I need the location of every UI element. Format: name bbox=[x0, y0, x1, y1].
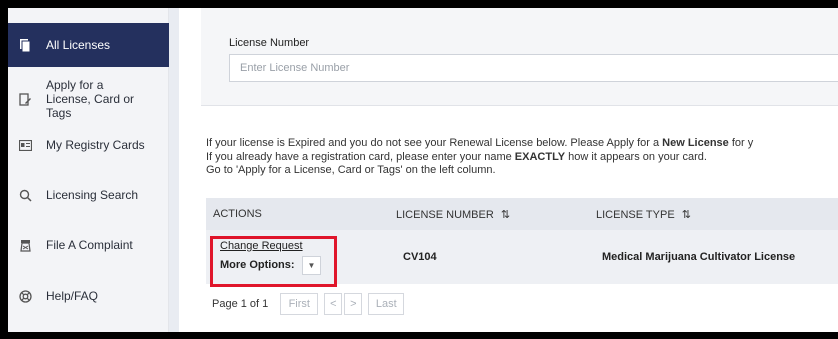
column-header-license-number[interactable]: LICENSE NUMBER ⇅ bbox=[396, 208, 510, 221]
sort-icon: ⇅ bbox=[681, 209, 691, 221]
info-line-1: If your license is Expired and you do no… bbox=[206, 137, 838, 151]
exactly-emphasis: EXACTLY bbox=[514, 150, 566, 163]
search-icon bbox=[18, 188, 32, 202]
column-header-actions: ACTIONS bbox=[213, 208, 262, 220]
first-page-button[interactable]: First bbox=[280, 293, 319, 315]
sidebar-item-label: Apply for a License, Card or Tags bbox=[46, 78, 134, 120]
info-line-1-tail: for y bbox=[728, 137, 754, 149]
complaint-icon bbox=[18, 238, 32, 252]
help-lifebuoy-icon bbox=[18, 289, 32, 303]
info-text: If your license is Expired and you do no… bbox=[206, 137, 838, 178]
info-line-2: If you already have a registration card,… bbox=[206, 151, 838, 165]
sidebar-item-label: Licensing Search bbox=[46, 188, 139, 202]
apply-edit-icon bbox=[18, 92, 32, 106]
sort-icon: ⇅ bbox=[500, 209, 511, 221]
apply-label-line-1: Apply for a bbox=[46, 78, 104, 92]
sidebar-item-label: All Licenses bbox=[46, 38, 111, 52]
new-license-emphasis: New License bbox=[662, 137, 729, 149]
sidebar: All Licenses Apply for a License, Card o… bbox=[8, 8, 169, 332]
sidebar-item-label: My Registry Cards bbox=[46, 138, 145, 152]
column-header-license-number-label: LICENSE NUMBER bbox=[396, 209, 494, 221]
app-window: All Licenses Apply for a License, Card o… bbox=[8, 8, 838, 332]
info-line-3: Go to 'Apply for a License, Card or Tags… bbox=[206, 164, 496, 176]
page-info: Page 1 of 1 bbox=[212, 298, 269, 310]
cell-license-number: CV104 bbox=[403, 251, 437, 263]
license-search-panel: License Number bbox=[201, 8, 838, 106]
sidebar-item-label: File A Complaint bbox=[46, 238, 133, 252]
licenses-table: ACTIONS LICENSE NUMBER ⇅ LICENSE TYPE ⇅ … bbox=[206, 198, 838, 315]
table-row: Change Request More Options: ▼ CV104 Med… bbox=[206, 230, 838, 287]
column-header-license-type-label: LICENSE TYPE bbox=[596, 209, 675, 221]
document-icon bbox=[18, 38, 32, 52]
sidebar-item-licensing-search[interactable]: Licensing Search bbox=[8, 184, 169, 206]
sidebar-item-all-licenses[interactable]: All Licenses bbox=[8, 23, 169, 67]
sidebar-item-registry-cards[interactable]: My Registry Cards bbox=[8, 134, 169, 156]
sidebar-item-file-complaint[interactable]: File A Complaint bbox=[8, 234, 169, 256]
apply-label-line-2: License, Card or bbox=[46, 92, 135, 106]
sidebar-divider bbox=[169, 8, 179, 332]
apply-label-line-3: Tags bbox=[46, 106, 72, 120]
table-header: ACTIONS LICENSE NUMBER ⇅ LICENSE TYPE ⇅ bbox=[206, 198, 838, 230]
highlight-box bbox=[210, 236, 337, 287]
info-line-2-tail: how it appears on your card. bbox=[565, 150, 707, 163]
main-content: License Number If your license is Expire… bbox=[179, 8, 838, 332]
column-header-license-type[interactable]: LICENSE TYPE ⇅ bbox=[596, 208, 691, 221]
sidebar-item-help-faq[interactable]: Help/FAQ bbox=[8, 285, 169, 307]
prev-page-button[interactable]: < bbox=[324, 293, 343, 315]
pagination: Page 1 of 1 First < > Last bbox=[206, 284, 838, 324]
last-page-button[interactable]: Last bbox=[368, 293, 405, 315]
info-line-1-text: If your license is Expired and you do no… bbox=[206, 137, 663, 149]
sidebar-item-apply[interactable]: Apply for a License, Card or Tags bbox=[8, 70, 169, 128]
id-card-icon bbox=[18, 138, 32, 152]
license-number-input[interactable] bbox=[229, 54, 838, 82]
info-line-2-text: If you already have a registration card,… bbox=[206, 150, 515, 163]
sidebar-item-label: Help/FAQ bbox=[46, 289, 99, 303]
cell-license-type: Medical Marijuana Cultivator License bbox=[602, 251, 796, 263]
license-number-label: License Number bbox=[229, 37, 310, 49]
next-page-button[interactable]: > bbox=[344, 293, 363, 315]
